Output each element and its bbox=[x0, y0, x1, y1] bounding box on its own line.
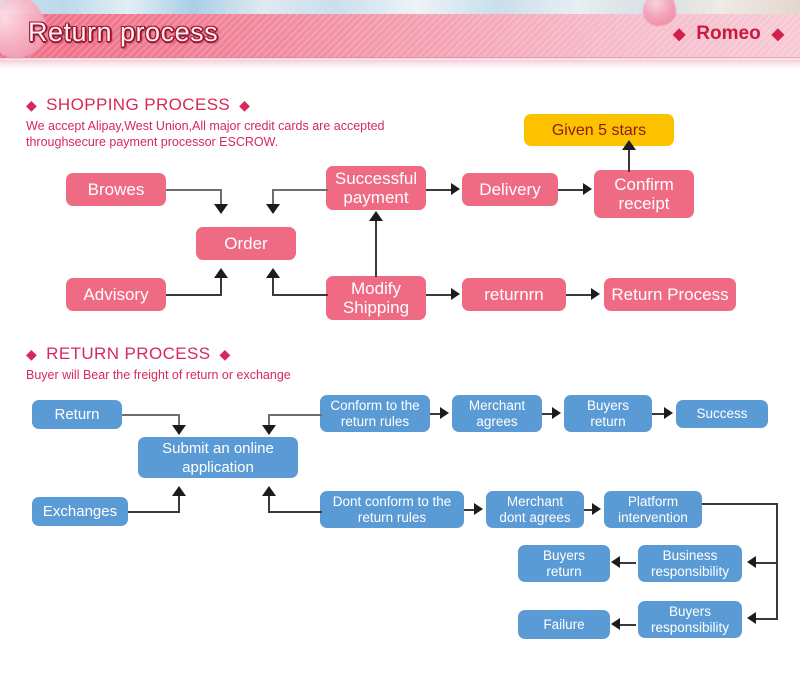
node-success[interactable]: Success bbox=[676, 400, 768, 428]
return-process-heading: ◆ RETURN PROCESS ◆ bbox=[26, 344, 231, 364]
arrowhead-down-order-right bbox=[266, 204, 280, 214]
arrowhead-down-submit-right bbox=[262, 425, 276, 435]
arrowhead-right-returnrn bbox=[451, 288, 460, 300]
arrowhead-up-stars bbox=[622, 140, 636, 150]
page-header: Return process ◆ Romeo ◆ bbox=[0, 0, 800, 68]
node-successful-payment[interactable]: Successful payment bbox=[326, 166, 426, 210]
arrowhead-right-success bbox=[664, 407, 673, 419]
arrowhead-up-payment bbox=[369, 211, 383, 221]
node-failure[interactable]: Failure bbox=[518, 610, 610, 639]
connector-business-buyersreturn bbox=[620, 562, 636, 564]
connector-payment-delivery bbox=[426, 189, 453, 191]
connector-payment-left bbox=[272, 189, 328, 191]
node-browes[interactable]: Browes bbox=[66, 173, 166, 206]
node-platform-intervention[interactable]: Platform intervention bbox=[604, 491, 702, 528]
diamond-icon: ◆ bbox=[239, 96, 251, 113]
arrowhead-down-order-left bbox=[214, 204, 228, 214]
connector-advisory-up-vert bbox=[220, 277, 222, 295]
connector-returnrn-returnprocess bbox=[566, 294, 593, 296]
connector-modify-left-vert bbox=[272, 277, 274, 295]
connector-exchanges-up bbox=[128, 511, 180, 513]
shopping-process-heading-text: SHOPPING PROCESS bbox=[46, 95, 231, 114]
node-business-responsibility[interactable]: Business responsibility bbox=[638, 545, 742, 582]
node-return[interactable]: Return bbox=[32, 400, 122, 429]
page-title: Return process bbox=[28, 17, 219, 47]
arrowhead-right-confirm bbox=[583, 183, 592, 195]
node-buyers-return-mid[interactable]: Buyers return bbox=[518, 545, 610, 582]
arrowhead-right-delivery bbox=[451, 183, 460, 195]
arrowhead-up-submit-right bbox=[262, 486, 276, 496]
shopping-process-heading: ◆ SHOPPING PROCESS ◆ bbox=[26, 95, 250, 115]
arrowhead-left-buyers-return-mid bbox=[611, 556, 620, 568]
connector-dontconform-left bbox=[268, 511, 322, 513]
connector-return-submit bbox=[122, 414, 180, 416]
node-dont-conform-rules[interactable]: Dont conform to the return rules bbox=[320, 491, 464, 528]
node-delivery[interactable]: Delivery bbox=[462, 173, 558, 206]
arrowhead-right-merchant-dont bbox=[474, 503, 483, 515]
node-buyers-responsibility[interactable]: Buyers responsibility bbox=[638, 601, 742, 638]
node-exchanges[interactable]: Exchanges bbox=[32, 497, 128, 526]
connector-buyersresp-failure bbox=[620, 624, 636, 626]
node-return-process[interactable]: Return Process bbox=[604, 278, 736, 311]
arrowhead-right-buyers-return bbox=[552, 407, 561, 419]
header-underline bbox=[0, 60, 800, 68]
arrowhead-right-platform bbox=[592, 503, 601, 515]
node-given-5-stars[interactable]: Given 5 stars bbox=[524, 114, 674, 146]
arrowhead-left-buyers-responsibility bbox=[747, 612, 756, 624]
connector-delivery-confirm bbox=[558, 189, 585, 191]
arrowhead-right-merchant-agrees bbox=[440, 407, 449, 419]
connector-dontconform-left-vert bbox=[268, 494, 270, 512]
arrowhead-left-business-responsibility bbox=[747, 556, 756, 568]
connector-exchanges-up-vert bbox=[178, 494, 180, 512]
connector-confirm-stars bbox=[628, 148, 630, 172]
arrowhead-up-order-right bbox=[266, 268, 280, 278]
node-confirm-receipt[interactable]: Confirm receipt bbox=[594, 170, 694, 218]
node-advisory[interactable]: Advisory bbox=[66, 278, 166, 311]
diamond-icon: ◆ bbox=[26, 345, 38, 362]
connector-modify-payment bbox=[375, 221, 377, 277]
connector-modify-returnrn bbox=[426, 294, 453, 296]
node-merchant-dont-agrees[interactable]: Merchant dont agrees bbox=[486, 491, 584, 528]
brand-label: ◆ Romeo ◆ bbox=[673, 23, 784, 45]
connector-platform-bus-top bbox=[702, 503, 778, 505]
return-process-description: Buyer will Bear the freight of return or… bbox=[26, 368, 291, 382]
node-order[interactable]: Order bbox=[196, 227, 296, 260]
shopping-process-description: We accept Alipay,West Union,All major cr… bbox=[26, 119, 385, 149]
return-process-heading-text: RETURN PROCESS bbox=[46, 344, 211, 363]
node-conform-rules[interactable]: Conform to the return rules bbox=[320, 395, 430, 432]
connector-conform-left bbox=[268, 414, 322, 416]
arrowhead-down-submit-left bbox=[172, 425, 186, 435]
node-submit-application[interactable]: Submit an online application bbox=[138, 437, 298, 478]
node-buyers-return-top[interactable]: Buyers return bbox=[564, 395, 652, 432]
node-merchant-agrees[interactable]: Merchant agrees bbox=[452, 395, 542, 432]
node-modify-shipping[interactable]: Modify Shipping bbox=[326, 276, 426, 320]
diamond-icon-left: ◆ bbox=[672, 26, 686, 43]
connector-bus-to-business bbox=[756, 562, 778, 564]
connector-advisory-up bbox=[166, 294, 222, 296]
diamond-icon: ◆ bbox=[26, 96, 38, 113]
diamond-icon-right: ◆ bbox=[771, 26, 784, 43]
connector-bus-to-buyers-resp bbox=[756, 618, 778, 620]
connector-browes-order bbox=[166, 189, 222, 191]
arrowhead-up-submit-left bbox=[172, 486, 186, 496]
arrowhead-right-returnprocess bbox=[591, 288, 600, 300]
brand-name: Romeo bbox=[696, 23, 761, 44]
node-returnrn[interactable]: returnrn bbox=[462, 278, 566, 311]
diamond-icon: ◆ bbox=[219, 345, 231, 362]
arrowhead-left-failure bbox=[611, 618, 620, 630]
connector-modify-left bbox=[272, 294, 328, 296]
arrowhead-up-order-left bbox=[214, 268, 228, 278]
